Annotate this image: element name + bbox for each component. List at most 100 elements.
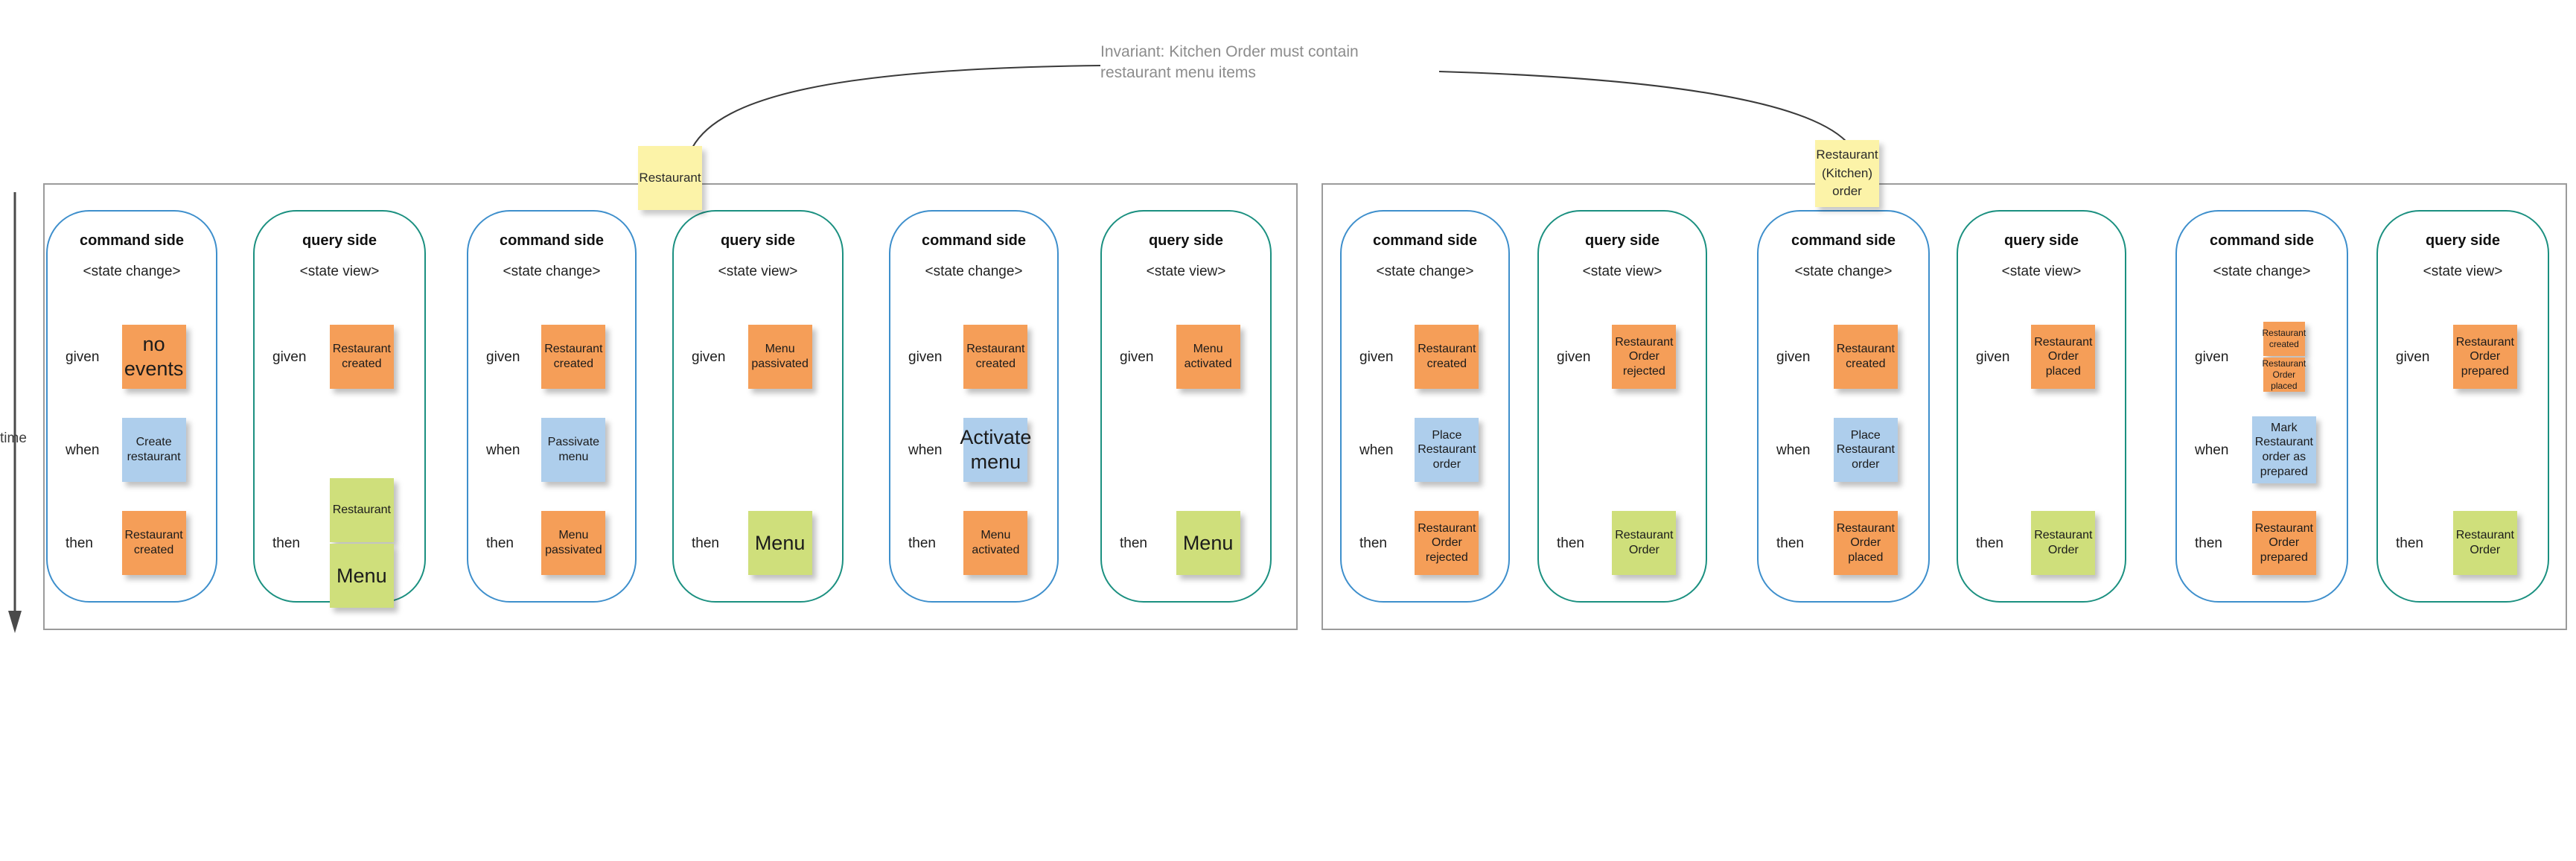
sticky-note-event[interactable]: Restaurant created bbox=[963, 325, 1028, 389]
gherkin-label-then: then bbox=[486, 536, 514, 551]
panel-command-side-p9: command side <state change> given Restauran… bbox=[1757, 210, 1930, 603]
sticky-note-command[interactable]: Passivate menu bbox=[541, 418, 606, 482]
panel-subtitle: <state change> bbox=[83, 264, 181, 279]
panel-title: command side bbox=[921, 232, 1027, 249]
sticky-note-view[interactable]: Restaurant Order bbox=[2031, 511, 2096, 575]
gherkin-label-then: then bbox=[1976, 536, 2003, 551]
panel-subtitle: <state change> bbox=[925, 264, 1023, 279]
aggregate-sticky-kitchen-order[interactable]: Restaurant (Kitchen) order bbox=[1815, 140, 1879, 207]
panel-command-side-p1: command side <state change> given no events… bbox=[46, 210, 217, 603]
panel-subtitle: <state view> bbox=[1146, 264, 1226, 279]
sticky-note-command[interactable]: Mark Restaurant order as prepared bbox=[2251, 416, 2316, 483]
gherkin-label-when: when bbox=[1776, 442, 1811, 458]
gherkin-label-given: given bbox=[908, 349, 943, 365]
gherkin-label-given: given bbox=[2195, 349, 2229, 365]
sticky-note-command[interactable]: Place Restaurant order bbox=[1833, 418, 1898, 482]
sticky-note-event[interactable]: Menu passivated bbox=[541, 511, 606, 575]
invariant-annotation: Invariant: Kitchen Order must contain re… bbox=[1100, 43, 1359, 82]
panel-title: query side bbox=[302, 232, 377, 249]
panel-title: query side bbox=[2425, 232, 2501, 249]
gherkin-label-when: when bbox=[908, 442, 943, 458]
gherkin-label-then: then bbox=[1557, 536, 1584, 551]
panel-subtitle: <state view> bbox=[1582, 264, 1662, 279]
panel-subtitle: <state view> bbox=[2423, 264, 2503, 279]
panel-subtitle: <state change> bbox=[1794, 264, 1893, 279]
gherkin-label-then: then bbox=[908, 536, 936, 551]
sticky-note-event[interactable]: Restaurant Order prepared bbox=[2452, 325, 2517, 389]
sticky-note-event[interactable]: no events bbox=[121, 325, 186, 389]
gherkin-label-then: then bbox=[1359, 536, 1387, 551]
panel-query-side-p4: query side <state view> given Menu passivat… bbox=[672, 210, 844, 603]
sticky-note-event[interactable]: Restaurant Order prepared bbox=[2251, 511, 2316, 575]
panel-subtitle: <state view> bbox=[2001, 264, 2082, 279]
panel-title: command side bbox=[1791, 232, 1896, 249]
sticky-note-event[interactable]: Restaurant Order placed bbox=[1833, 511, 1898, 575]
sticky-note-event[interactable]: Restaurant Order rejected bbox=[1612, 325, 1677, 389]
panel-title: command side bbox=[499, 232, 605, 249]
sticky-note-view[interactable]: Menu bbox=[329, 544, 394, 608]
panel-query-side-p12: query side <state view> given Restaurant Or… bbox=[2376, 210, 2549, 603]
panel-subtitle: <state view> bbox=[299, 264, 380, 279]
panel-command-side-p3: command side <state change> given Restauran… bbox=[467, 210, 637, 603]
sticky-note-event[interactable]: Restaurant Order placed bbox=[2031, 325, 2096, 389]
sticky-note-view[interactable]: Restaurant bbox=[329, 478, 394, 542]
time-axis-label: time bbox=[0, 430, 27, 446]
gherkin-label-given: given bbox=[1557, 349, 1591, 365]
gherkin-label-given: given bbox=[1120, 349, 1154, 365]
sticky-note-event[interactable]: Menu passivated bbox=[747, 325, 812, 389]
sticky-note-event[interactable]: Restaurant created bbox=[2262, 322, 2306, 356]
sticky-note-command[interactable]: Create restaurant bbox=[121, 418, 186, 482]
gherkin-label-given: given bbox=[1359, 349, 1394, 365]
panel-query-side-p8: query side <state view> given Restaurant Or… bbox=[1537, 210, 1707, 603]
panel-query-side-p6: query side <state view> given Menu activate… bbox=[1100, 210, 1272, 603]
panel-subtitle: <state view> bbox=[718, 264, 798, 279]
sticky-note-event[interactable]: Restaurant Order rejected bbox=[1415, 511, 1479, 575]
gherkin-label-then: then bbox=[1776, 536, 1804, 551]
gherkin-label-given: given bbox=[66, 349, 100, 365]
gherkin-label-given: given bbox=[2396, 349, 2430, 365]
gherkin-label-when: when bbox=[2195, 442, 2229, 458]
sticky-note-event[interactable]: Restaurant Order placed bbox=[2262, 358, 2306, 392]
gherkin-label-given: given bbox=[1776, 349, 1811, 365]
gherkin-label-given: given bbox=[486, 349, 520, 365]
sticky-note-event[interactable]: Restaurant created bbox=[1833, 325, 1898, 389]
sticky-note-command[interactable]: Place Restaurant order bbox=[1415, 418, 1479, 482]
sticky-note-event[interactable]: Restaurant created bbox=[1415, 325, 1479, 389]
panel-subtitle: <state change> bbox=[503, 264, 601, 279]
sticky-note-event[interactable]: Restaurant created bbox=[541, 325, 606, 389]
sticky-note-view[interactable]: Menu bbox=[1176, 511, 1240, 575]
gherkin-label-when: when bbox=[486, 442, 520, 458]
gherkin-label-then: then bbox=[1120, 536, 1147, 551]
panel-command-side-p7: command side <state change> given Restauran… bbox=[1340, 210, 1510, 603]
gherkin-label-given: given bbox=[1976, 349, 2010, 365]
panel-subtitle: <state change> bbox=[2213, 264, 2311, 279]
sticky-note-event[interactable]: Menu activated bbox=[1176, 325, 1240, 389]
panel-title: command side bbox=[1372, 232, 1478, 249]
panel-subtitle: <state change> bbox=[1376, 264, 1474, 279]
sticky-note-view[interactable]: Restaurant Order bbox=[2452, 511, 2517, 575]
sticky-note-event[interactable]: Restaurant created bbox=[121, 511, 186, 575]
panel-query-side-p2: query side <state view> given Restaurant cr… bbox=[253, 210, 426, 608]
sticky-note-event[interactable]: Restaurant created bbox=[329, 325, 394, 389]
sticky-note-event[interactable]: Menu activated bbox=[963, 511, 1028, 575]
panel-title: query side bbox=[1584, 232, 1660, 249]
aggregate-sticky-restaurant[interactable]: Restaurant bbox=[638, 146, 702, 210]
gherkin-label-then: then bbox=[2195, 536, 2222, 551]
gherkin-label-when: when bbox=[66, 442, 100, 458]
panel-title: command side bbox=[79, 232, 185, 249]
panel-query-side-p10: query side <state view> given Restaurant Or… bbox=[1957, 210, 2126, 603]
gherkin-label-given: given bbox=[692, 349, 726, 365]
panel-title: query side bbox=[720, 232, 796, 249]
gherkin-label-given: given bbox=[272, 349, 307, 365]
sticky-note-view[interactable]: Menu bbox=[747, 511, 812, 575]
panel-command-side-p11: command side <state change> given Restauran… bbox=[2175, 210, 2348, 603]
gherkin-label-when: when bbox=[1359, 442, 1394, 458]
sticky-note-view[interactable]: Restaurant Order bbox=[1612, 511, 1677, 575]
gherkin-label-then: then bbox=[692, 536, 719, 551]
sticky-note-command[interactable]: Activate menu bbox=[960, 418, 1031, 482]
panel-title: command side bbox=[2209, 232, 2315, 249]
panel-command-side-p5: command side <state change> given Restauran… bbox=[889, 210, 1059, 603]
panel-title: query side bbox=[1148, 232, 1224, 249]
gherkin-label-then: then bbox=[2396, 536, 2423, 551]
panel-title: query side bbox=[2003, 232, 2079, 249]
